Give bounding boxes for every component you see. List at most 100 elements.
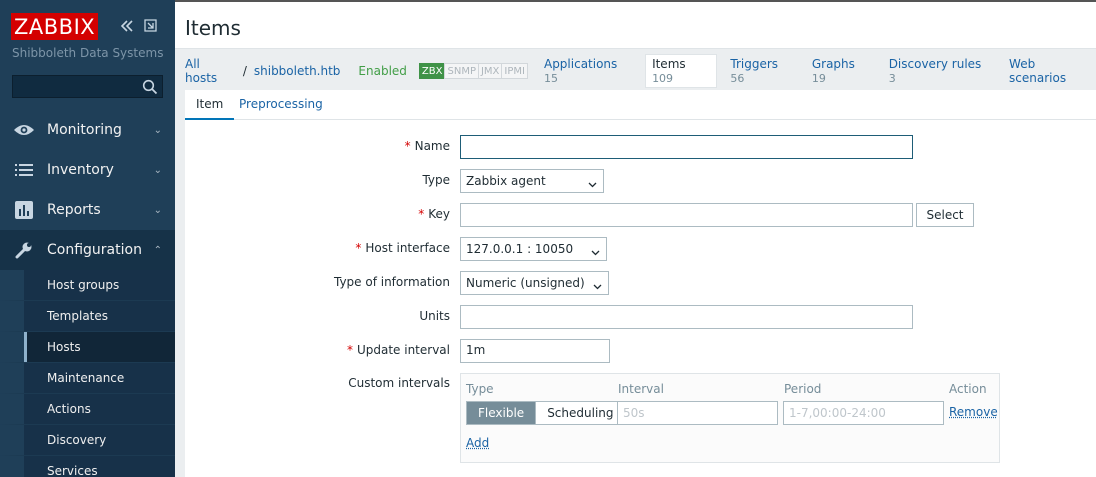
label-text: Name xyxy=(414,139,450,153)
units-input[interactable] xyxy=(460,305,913,329)
col-period: Period xyxy=(784,382,822,396)
host-interface-select[interactable]: 127.0.0.1 : 10050 xyxy=(460,237,607,261)
page-title: Items xyxy=(185,16,241,40)
search-icon[interactable] xyxy=(142,79,158,95)
tab-count: 15 xyxy=(543,72,558,85)
select-value: 127.0.0.1 : 10050 xyxy=(466,242,574,256)
label-text: Key xyxy=(428,207,450,221)
menu-reports[interactable]: Reports ⌄ xyxy=(0,190,175,230)
required-marker: * xyxy=(418,207,425,221)
menu-inventory[interactable]: Inventory ⌄ xyxy=(0,150,175,190)
tab-label: Web scenarios xyxy=(1009,57,1067,85)
submenu-templates[interactable]: Templates xyxy=(0,301,175,332)
menu-label: Monitoring xyxy=(47,122,122,138)
eye-icon xyxy=(13,121,35,139)
row-units: Units xyxy=(185,305,1096,329)
type-of-information-label: Type of information xyxy=(333,275,450,289)
tab-items[interactable]: Items 109 xyxy=(645,54,718,88)
chevron-down-icon: ⌄ xyxy=(153,125,162,136)
menu-configuration[interactable]: Configuration ⌃ xyxy=(0,230,175,270)
host-interface-label: * Host interface xyxy=(355,241,450,255)
update-interval-label: * Update interval xyxy=(347,343,450,357)
custom-interval-input[interactable]: 50s xyxy=(617,401,778,425)
col-interval: Interval xyxy=(618,382,664,396)
type-label: Type xyxy=(422,173,450,187)
type-of-information-select[interactable]: Numeric (unsigned) xyxy=(460,271,609,295)
availability-zbx: ZBX xyxy=(418,63,446,79)
menu-label: Inventory xyxy=(47,162,114,178)
chevron-down-icon: ⌄ xyxy=(153,205,162,216)
tab-item[interactable]: Item xyxy=(185,90,235,120)
submenu-host-groups[interactable]: Host groups xyxy=(0,270,175,301)
wrench-icon xyxy=(13,241,35,259)
name-input[interactable] xyxy=(460,135,913,159)
menu-monitoring[interactable]: Monitoring ⌄ xyxy=(0,110,175,150)
submenu-maintenance[interactable]: Maintenance xyxy=(0,363,175,394)
tab-count: 56 xyxy=(730,72,745,85)
menu-label: Configuration xyxy=(47,242,142,258)
col-type: Type xyxy=(466,382,494,396)
kiosk-mode-icon[interactable] xyxy=(144,19,157,32)
update-interval-input[interactable]: 1m xyxy=(460,339,610,363)
select-key-button[interactable]: Select xyxy=(916,203,974,227)
custom-period-input[interactable]: 1-7,00:00-24:00 xyxy=(783,401,944,425)
tab-preprocessing[interactable]: Preprocessing xyxy=(239,90,323,120)
custom-intervals-table: Type Interval Period Action Flexible Sch… xyxy=(460,373,1000,463)
sidebar: ZABBIX Shibboleth Data Systems Monitorin… xyxy=(0,0,175,477)
availability-jmx: JMX xyxy=(477,63,503,79)
flexible-option[interactable]: Flexible xyxy=(467,402,536,424)
breadcrumb-host[interactable]: shibboleth.htb xyxy=(254,64,341,78)
tab-discovery-rules[interactable]: Discovery rules 3 xyxy=(889,57,992,85)
required-marker: * xyxy=(355,241,362,255)
select-value: Zabbix agent xyxy=(466,174,546,188)
submenu-discovery[interactable]: Discovery xyxy=(0,425,175,456)
type-select[interactable]: Zabbix agent xyxy=(460,169,604,193)
name-label: * Name xyxy=(405,139,450,153)
submenu-hosts[interactable]: Hosts xyxy=(0,332,175,363)
chevron-down-icon xyxy=(591,245,600,256)
chevron-down-icon xyxy=(593,279,602,290)
tab-count: 109 xyxy=(652,72,674,85)
submenu-services[interactable]: Services xyxy=(0,456,175,477)
row-update-interval: * Update interval 1m xyxy=(185,339,1096,363)
submenu-actions[interactable]: Actions xyxy=(0,394,175,425)
top-border xyxy=(175,0,1096,2)
units-label: Units xyxy=(419,309,450,323)
chevron-up-icon: ⌃ xyxy=(153,245,162,256)
row-host-interface: * Host interface 127.0.0.1 : 10050 xyxy=(185,237,1096,261)
tab-graphs[interactable]: Graphs 19 xyxy=(812,57,873,85)
collapse-sidebar-icon[interactable] xyxy=(119,18,135,34)
scheduling-option[interactable]: Scheduling xyxy=(535,402,625,424)
required-marker: * xyxy=(346,343,353,357)
label-text: Host interface xyxy=(365,241,450,255)
search-input[interactable] xyxy=(12,75,163,98)
item-form: Item Preprocessing * Name Type Zabbix age… xyxy=(185,90,1096,477)
tab-web-scenarios[interactable]: Web scenarios xyxy=(1009,57,1096,85)
remove-interval-link[interactable]: Remove xyxy=(949,405,998,419)
main-content: Items All hosts / shibboleth.htb Enabled… xyxy=(175,0,1096,477)
availability-ipmi: IPMI xyxy=(501,63,528,79)
configuration-submenu: Host groups Templates Hosts Maintenance … xyxy=(0,270,175,477)
breadcrumb-all-hosts[interactable]: All hosts xyxy=(185,57,236,85)
interval-type-toggle: Flexible Scheduling xyxy=(466,401,626,425)
chevron-down-icon xyxy=(588,177,597,188)
tab-applications[interactable]: Applications 15 xyxy=(544,57,635,85)
tab-label: Graphs xyxy=(811,57,855,71)
key-input[interactable] xyxy=(460,203,913,227)
select-value: Numeric (unsigned) xyxy=(466,276,585,290)
form-tabs: Item Preprocessing xyxy=(185,90,1096,120)
custom-intervals-label: Custom intervals xyxy=(348,376,450,390)
list-icon xyxy=(13,161,35,179)
tab-count: 3 xyxy=(888,72,896,85)
row-type: Type Zabbix agent xyxy=(185,169,1096,193)
key-label: * Key xyxy=(418,207,450,221)
tab-triggers[interactable]: Triggers 56 xyxy=(730,57,795,85)
availability-snmp: SNMP xyxy=(444,63,479,79)
add-interval-link[interactable]: Add xyxy=(466,436,489,450)
tab-label: Triggers xyxy=(730,57,779,71)
main-menu: Monitoring ⌄ Inventory ⌄ Reports ⌄ Confi… xyxy=(0,110,175,477)
bar-chart-icon xyxy=(13,201,35,219)
host-navigation: All hosts / shibboleth.htb Enabled ZBX S… xyxy=(185,54,1096,88)
menu-label: Reports xyxy=(47,202,101,218)
zabbix-logo[interactable]: ZABBIX xyxy=(11,13,99,40)
